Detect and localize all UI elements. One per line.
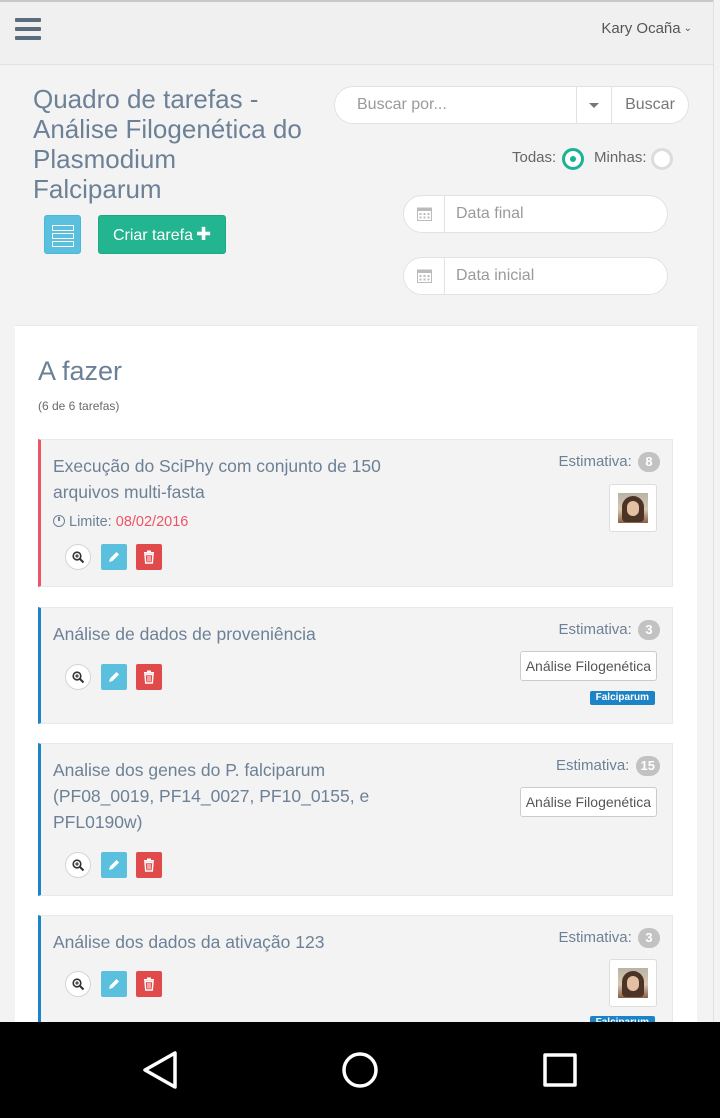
trash-icon — [144, 550, 154, 564]
calendar-icon[interactable] — [404, 196, 445, 232]
plus-icon: ✚ — [195, 224, 212, 244]
pencil-icon — [109, 979, 119, 989]
trash-icon — [144, 977, 154, 991]
deadline-date: 08/02/2016 — [115, 514, 189, 530]
end-date-field — [403, 195, 668, 233]
calendar-icon[interactable] — [404, 258, 445, 294]
estimate-label: Estimativa: — [558, 621, 632, 638]
task-deadline: Limite: 08/02/2016 — [53, 514, 188, 530]
back-icon[interactable] — [140, 1050, 180, 1090]
delete-task-button[interactable] — [136, 544, 162, 570]
delete-task-button[interactable] — [136, 664, 162, 690]
view-task-button[interactable] — [65, 852, 91, 878]
project-tag-button[interactable]: Análise Filogenética — [519, 651, 657, 681]
search-button[interactable]: Buscar — [611, 87, 689, 123]
filter-mine-label: Minhas: — [594, 149, 647, 166]
page-title: Quadro de tarefas - Análise Filogenética… — [33, 84, 302, 204]
filter-all-radio[interactable] — [562, 148, 584, 170]
recents-icon[interactable] — [540, 1050, 580, 1090]
user-menu[interactable]: Kary Ocaña ⌄ — [601, 20, 692, 37]
estimate-badge: 3 — [638, 928, 660, 948]
edit-task-button[interactable] — [101, 544, 127, 570]
zoom-icon — [72, 551, 85, 564]
task-card[interactable]: Execução do SciPhy com conjunto de 150 a… — [38, 439, 673, 587]
task-estimate: Estimativa: 8 — [558, 452, 660, 472]
trash-icon — [144, 858, 154, 872]
task-title: Execução do SciPhy com conjunto de 150 a… — [53, 456, 381, 502]
edit-task-button[interactable] — [101, 971, 127, 997]
estimate-badge: 3 — [638, 620, 660, 640]
pencil-icon — [109, 672, 119, 682]
page-scrollbar[interactable] — [713, 0, 720, 1022]
deadline-label: Limite: — [69, 514, 112, 530]
home-icon[interactable] — [340, 1050, 380, 1090]
clock-icon — [53, 515, 65, 527]
pencil-icon — [109, 552, 119, 562]
estimate-label: Estimativa: — [558, 929, 632, 946]
system-navigation-bar — [0, 1022, 720, 1118]
start-date-field — [403, 257, 668, 295]
task-estimate: Estimativa: 3 — [558, 620, 660, 640]
view-task-button[interactable] — [65, 664, 91, 690]
task-card[interactable]: Analise dos genes do P. falciparum (PF08… — [38, 743, 673, 896]
todo-column: A fazer (6 de 6 tarefas) Execução do Sci… — [15, 325, 697, 1055]
task-count: (6 de 6 tarefas) — [38, 399, 120, 413]
search-options-dropdown[interactable] — [576, 87, 612, 123]
chevron-down-icon: ⌄ — [683, 23, 692, 34]
list-view-icon — [52, 225, 74, 249]
task-title: Análise dos dados da ativação 123 — [53, 932, 325, 952]
search-input[interactable] — [335, 87, 575, 123]
toggle-view-button[interactable] — [44, 215, 81, 254]
task-estimate: Estimativa: 3 — [558, 928, 660, 948]
caret-down-icon — [589, 103, 599, 108]
create-task-button[interactable]: Criar tarefa ✚ — [98, 215, 226, 254]
end-date-input[interactable] — [445, 196, 665, 232]
filter-mine-radio[interactable] — [651, 148, 673, 170]
column-title: A fazer — [38, 356, 123, 386]
zoom-icon — [72, 978, 85, 991]
menu-icon[interactable] — [15, 18, 41, 40]
task-card[interactable]: Análise de dados de proveniência Estimat… — [38, 607, 673, 724]
filter-all-label: Todas: — [512, 149, 557, 166]
label-badge: Falciparum — [589, 691, 655, 705]
edit-task-button[interactable] — [101, 852, 127, 878]
user-name: Kary Ocaña — [601, 20, 681, 37]
delete-task-button[interactable] — [136, 852, 162, 878]
task-estimate: Estimativa: 15 — [556, 756, 660, 776]
estimate-badge: 15 — [635, 756, 660, 776]
search-group: Buscar — [334, 86, 689, 124]
zoom-icon — [72, 671, 85, 684]
assignee-avatar[interactable] — [609, 959, 657, 1007]
task-title: Analise dos genes do P. falciparum (PF08… — [53, 760, 370, 832]
pencil-icon — [109, 860, 119, 870]
trash-icon — [144, 670, 154, 684]
start-date-input[interactable] — [445, 258, 665, 294]
top-navbar: Kary Ocaña ⌄ — [0, 0, 714, 65]
estimate-badge: 8 — [638, 452, 660, 472]
delete-task-button[interactable] — [136, 971, 162, 997]
assignee-avatar[interactable] — [609, 484, 657, 532]
edit-task-button[interactable] — [101, 664, 127, 690]
zoom-icon — [72, 859, 85, 872]
view-task-button[interactable] — [65, 971, 91, 997]
task-title: Análise de dados de proveniência — [53, 624, 316, 644]
project-tag-button[interactable]: Análise Filogenética — [519, 787, 657, 817]
estimate-label: Estimativa: — [558, 453, 632, 470]
view-task-button[interactable] — [65, 544, 91, 570]
estimate-label: Estimativa: — [556, 757, 630, 774]
create-task-label: Criar tarefa — [112, 227, 193, 244]
